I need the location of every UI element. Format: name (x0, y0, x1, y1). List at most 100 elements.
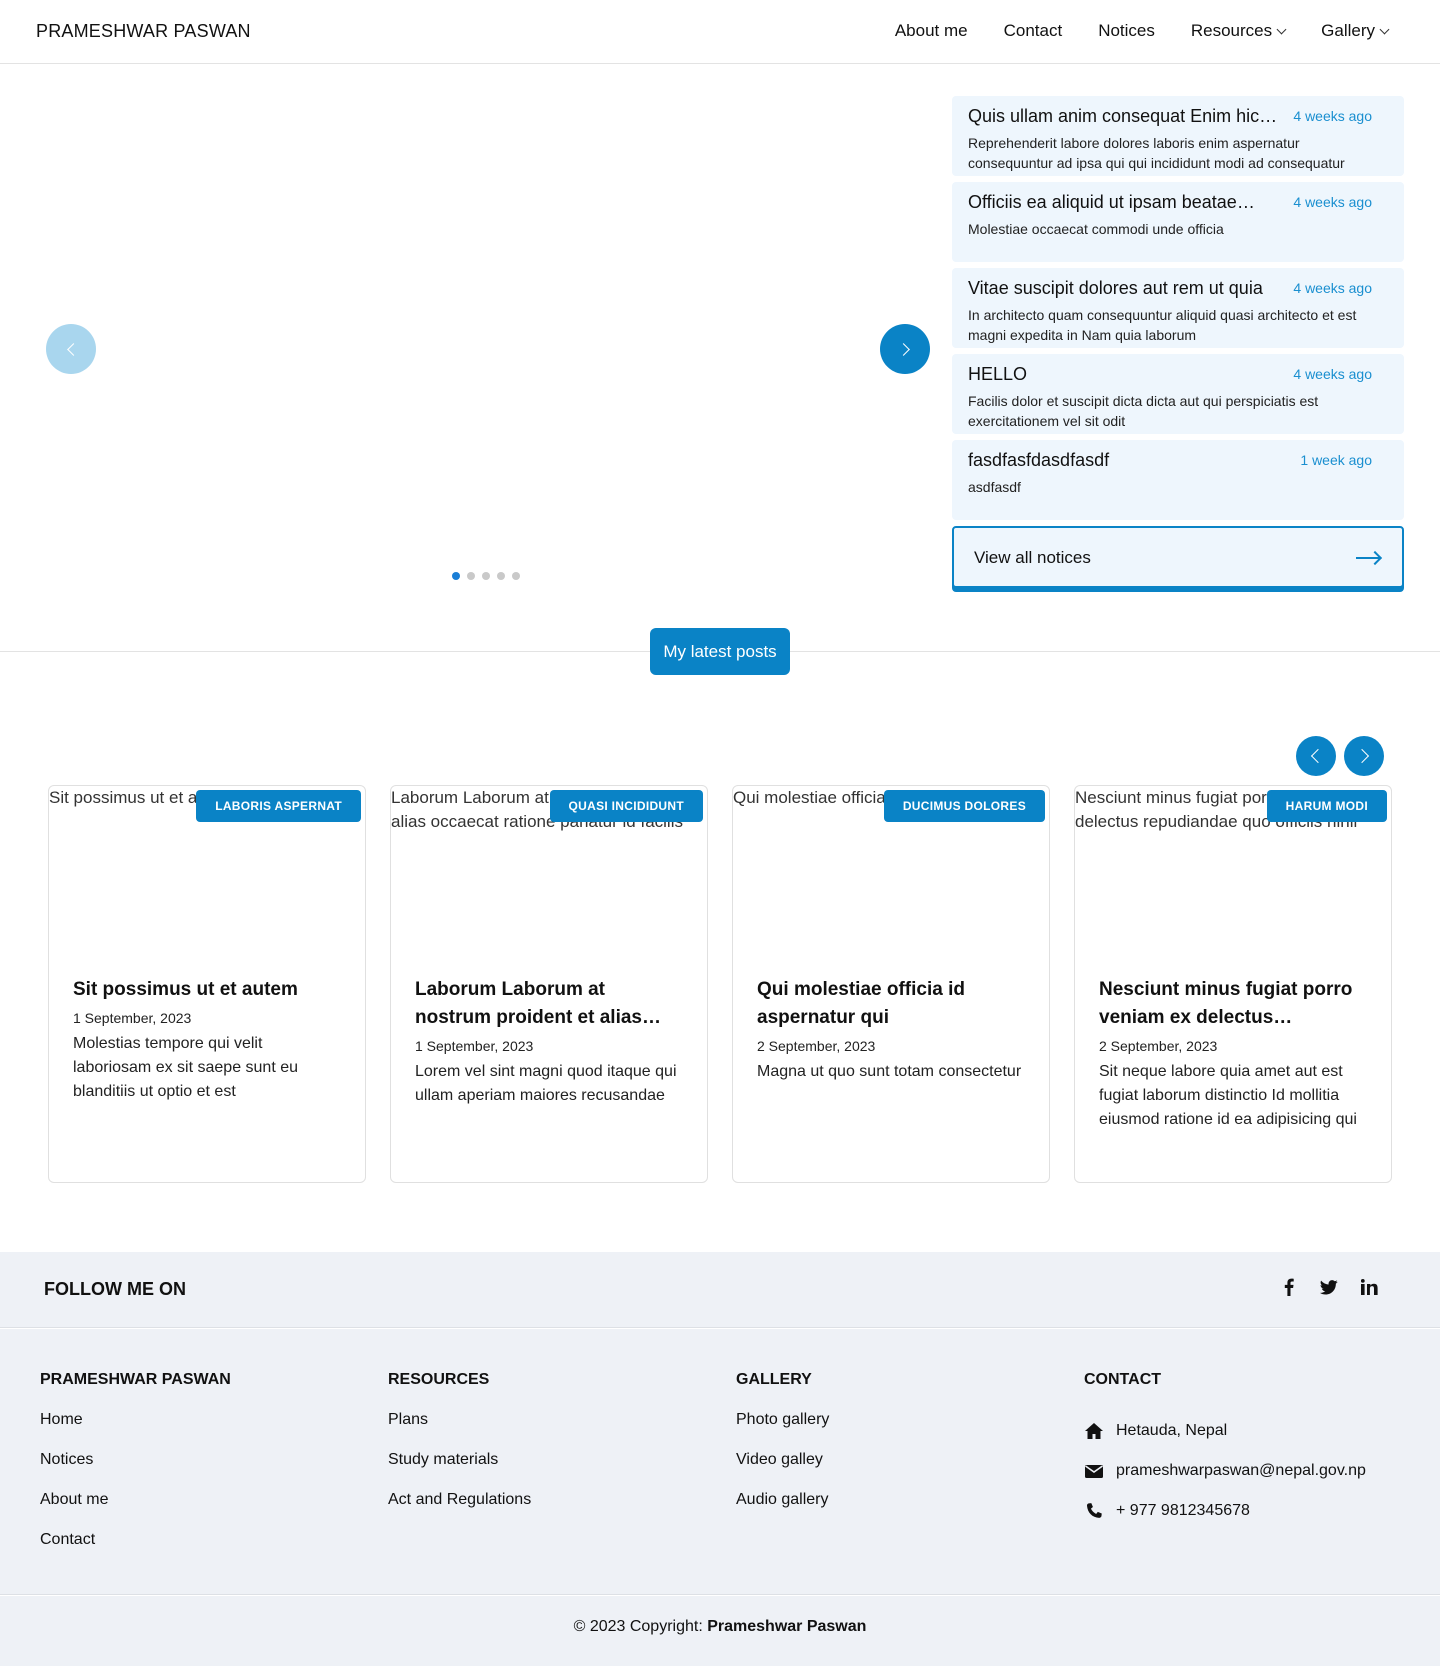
notice-item[interactable]: HELLO 4 weeks ago Facilis dolor et susci… (952, 354, 1404, 434)
footer-link-video-gallery[interactable]: Video galley (736, 1451, 829, 1491)
post-title[interactable]: Sit possimus ut et autem (73, 976, 341, 1004)
notice-time: 1 week ago (1300, 452, 1372, 468)
post-excerpt: Molestias tempore qui velit laboriosam e… (73, 1035, 299, 1100)
posts-next-button[interactable] (1344, 736, 1384, 776)
posts-prev-button[interactable] (1296, 736, 1336, 776)
footer-link-plans[interactable]: Plans (388, 1411, 531, 1451)
footer-link-home[interactable]: Home (40, 1411, 231, 1451)
phone-text: + 977 9812345678 (1116, 1502, 1250, 1519)
posts-carousel: Sit possimus ut et autem Laboris asperna… (48, 785, 1392, 1183)
notice-item[interactable]: fasdfasfdasdfasdf 1 week ago asdfasdf (952, 440, 1404, 520)
address-text: Hetauda, Nepal (1116, 1422, 1228, 1439)
post-card[interactable]: Laborum Laborum at nostrum proident et a… (390, 785, 708, 1183)
footer-col-gallery: GALLERY Photo gallery Video galley Audio… (736, 1371, 829, 1531)
slider-indicators (452, 572, 520, 580)
arrow-right-icon (1356, 557, 1380, 559)
nav-contact[interactable]: Contact (1004, 21, 1063, 41)
notice-time: 4 weeks ago (1293, 194, 1372, 210)
post-category-badge[interactable]: Harum modi (1266, 790, 1387, 822)
hero-slider (0, 64, 940, 604)
view-all-notices-button[interactable]: View all notices (952, 526, 1404, 588)
post-card[interactable]: Nesciunt minus fugiat porro veniam ex de… (1074, 785, 1392, 1183)
post-date: 2 September, 2023 (757, 1038, 876, 1054)
nav-notices[interactable]: Notices (1098, 21, 1155, 41)
notice-body: asdfasdf (968, 479, 1021, 495)
linkedin-icon[interactable] (1360, 1278, 1378, 1296)
main-nav: About me Contact Notices Resources Galle… (895, 21, 1390, 41)
follow-bar: FOLLOW ME ON (0, 1252, 1440, 1328)
post-excerpt: Sit neque labore quia amet aut est fugia… (1099, 1063, 1357, 1128)
footer-link-study-materials[interactable]: Study materials (388, 1451, 531, 1491)
slider-prev-button[interactable] (46, 324, 96, 374)
notice-time: 4 weeks ago (1293, 108, 1372, 124)
post-excerpt: Magna ut quo sunt totam consectetur (757, 1063, 1022, 1080)
post-title[interactable]: Laborum Laborum at nostrum proident et a… (415, 976, 683, 1032)
slider-dot[interactable] (482, 572, 490, 580)
footer-col-brand: PRAMESHWAR PASWAN Home Notices About me … (40, 1371, 231, 1571)
chevron-left-icon (1310, 748, 1326, 764)
footer-link-notices[interactable]: Notices (40, 1451, 231, 1491)
nav-about[interactable]: About me (895, 21, 968, 41)
notice-time: 4 weeks ago (1293, 280, 1372, 296)
notice-title: HELLO (968, 364, 1028, 384)
notice-title: Vitae suscipit dolores aut rem ut quia (968, 278, 1263, 298)
latest-posts-button[interactable]: My latest posts (650, 628, 790, 675)
post-title[interactable]: Nesciunt minus fugiat porro veniam ex de… (1099, 976, 1367, 1032)
contact-email[interactable]: prameshwarpaswan@nepal.gov.np (1084, 1451, 1366, 1491)
post-category-badge[interactable]: Laboris aspernat (196, 790, 361, 822)
facebook-icon[interactable] (1280, 1278, 1298, 1296)
notice-time: 4 weeks ago (1293, 366, 1372, 382)
slider-dot[interactable] (452, 572, 460, 580)
footer-heading: PRAMESHWAR PASWAN (40, 1371, 231, 1388)
notices-panel: Quis ullam anim consequat Enim hic… 4 we… (952, 96, 1404, 588)
notice-item[interactable]: Officiis ea aliquid ut ipsam beatae… 4 w… (952, 182, 1404, 262)
site-footer: PRAMESHWAR PASWAN Home Notices About me … (0, 1329, 1440, 1595)
view-all-label: View all notices (974, 548, 1091, 567)
nav-gallery-label: Gallery (1321, 21, 1375, 40)
copyright-text: © 2023 Copyright: (573, 1618, 708, 1635)
slider-dot[interactable] (512, 572, 520, 580)
post-date: 1 September, 2023 (73, 1010, 192, 1026)
chevron-left-icon (66, 342, 80, 356)
footer-link-audio-gallery[interactable]: Audio gallery (736, 1491, 829, 1531)
chevron-down-icon (1276, 24, 1287, 35)
chevron-right-icon (1354, 748, 1370, 764)
post-category-badge[interactable]: Ducimus dolores (883, 790, 1045, 822)
slider-dot[interactable] (497, 572, 505, 580)
notice-title: Officiis ea aliquid ut ipsam beatae… (968, 192, 1255, 212)
notice-item[interactable]: Quis ullam anim consequat Enim hic… 4 we… (952, 96, 1404, 176)
notice-body: Molestiae occaecat commodi unde officia (968, 221, 1224, 237)
notice-body: Facilis dolor et suscipit dicta dicta au… (968, 393, 1319, 429)
footer-link-about[interactable]: About me (40, 1491, 231, 1531)
post-card[interactable]: Qui molestiae officia id aspernatur qui … (732, 785, 1050, 1183)
email-text: prameshwarpaswan@nepal.gov.np (1116, 1462, 1366, 1479)
footer-link-acts[interactable]: Act and Regulations (388, 1491, 531, 1531)
post-title[interactable]: Qui molestiae officia id aspernatur qui (757, 976, 1025, 1032)
footer-link-photo-gallery[interactable]: Photo gallery (736, 1411, 829, 1451)
copyright-owner-link[interactable]: Prameshwar Paswan (707, 1618, 866, 1635)
home-icon (1085, 1423, 1103, 1439)
contact-phone[interactable]: + 977 9812345678 (1084, 1491, 1366, 1531)
footer-heading: CONTACT (1084, 1371, 1162, 1388)
contact-address: Hetauda, Nepal (1084, 1411, 1366, 1451)
post-date: 2 September, 2023 (1099, 1038, 1218, 1054)
footer-link-contact[interactable]: Contact (40, 1531, 231, 1571)
slider-next-button[interactable] (880, 324, 930, 374)
post-category-badge[interactable]: Quasi incididunt (549, 790, 703, 822)
post-card[interactable]: Sit possimus ut et autem Laboris asperna… (48, 785, 366, 1183)
nav-gallery[interactable]: Gallery (1321, 21, 1390, 41)
footer-col-resources: RESOURCES Plans Study materials Act and … (388, 1371, 531, 1531)
notice-item[interactable]: Vitae suscipit dolores aut rem ut quia 4… (952, 268, 1404, 348)
nav-resources-label: Resources (1190, 21, 1273, 40)
post-date: 1 September, 2023 (415, 1038, 534, 1054)
site-header: PRAMESHWAR PASWAN About me Contact Notic… (0, 0, 1440, 64)
twitter-icon[interactable] (1320, 1278, 1338, 1296)
notice-body: Reprehenderit labore dolores laboris eni… (968, 135, 1345, 171)
footer-col-contact: CONTACT Hetauda, Nepal prameshwarpaswan@… (1084, 1371, 1366, 1531)
notice-title: Quis ullam anim consequat Enim hic… (968, 106, 1278, 126)
nav-resources[interactable]: Resources (1190, 21, 1287, 41)
notice-title: fasdfasfdasdfasdf (968, 450, 1110, 470)
footer-heading: GALLERY (736, 1371, 812, 1388)
slider-dot[interactable] (467, 572, 475, 580)
brand-logo[interactable]: PRAMESHWAR PASWAN (36, 21, 251, 42)
